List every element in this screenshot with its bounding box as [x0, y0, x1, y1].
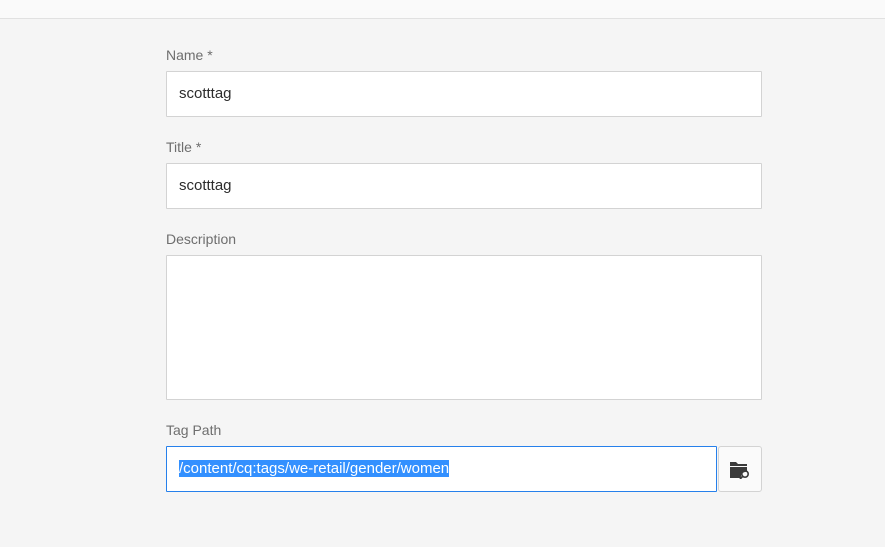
top-bar [0, 0, 885, 19]
tag-form: Name * scotttag Title * scotttag Descrip… [166, 46, 762, 492]
name-field[interactable]: scotttag [166, 71, 762, 117]
name-label: Name * [166, 47, 213, 63]
tag-path-label: Tag Path [166, 422, 222, 438]
folder-search-icon [730, 462, 750, 479]
description-label: Description [166, 231, 237, 247]
tag-path-row: /content/cq:tags/we-retail/gender/women [166, 446, 762, 492]
tag-path-selected-text: /content/cq:tags/we-retail/gender/women [179, 460, 450, 477]
tag-path-input[interactable]: /content/cq:tags/we-retail/gender/women [166, 446, 717, 492]
browse-button[interactable] [718, 446, 762, 492]
title-field[interactable]: scotttag [166, 163, 762, 209]
title-label: Title * [166, 139, 202, 155]
description-textarea[interactable] [166, 255, 762, 400]
